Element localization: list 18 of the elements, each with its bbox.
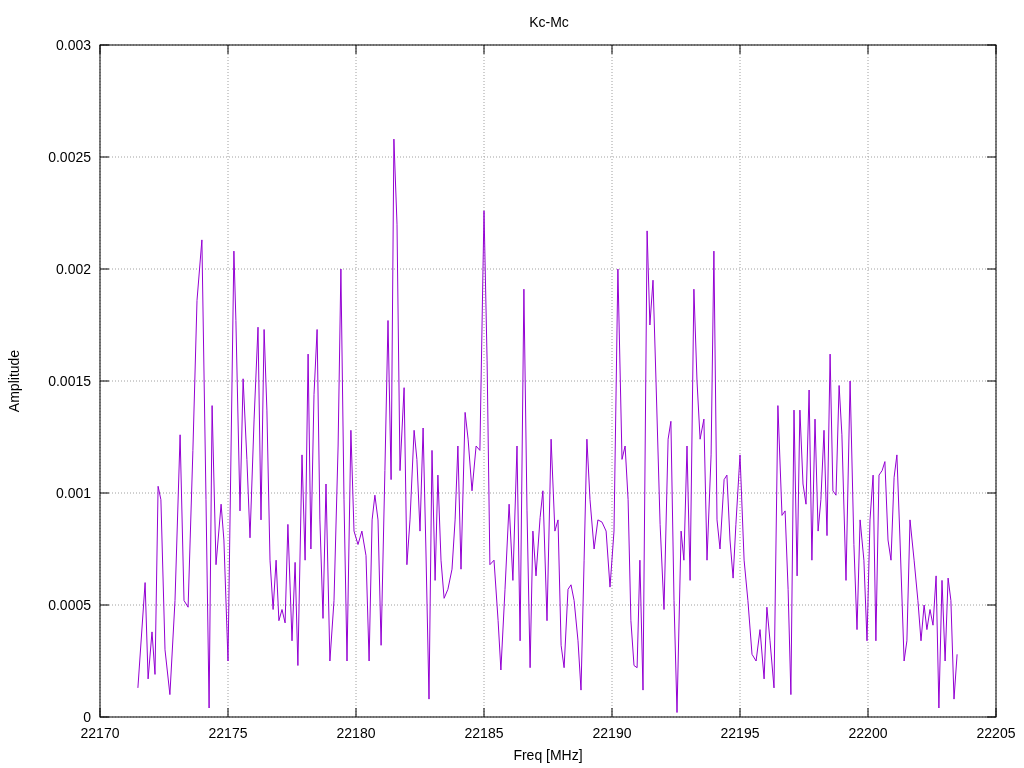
tick-label: 22185 <box>464 725 504 741</box>
y-axis-label: Amplitude <box>6 349 22 413</box>
tick-label: 0 <box>83 709 91 725</box>
tick-label: 0.0005 <box>48 597 91 613</box>
tick-label: 22205 <box>976 725 1016 741</box>
tick-label: 0.0025 <box>48 149 91 165</box>
tick-label: 22170 <box>80 725 120 741</box>
tick-label: 0.0015 <box>48 373 91 389</box>
chart-title: Kc-Mc <box>529 14 569 30</box>
tick-label: 22180 <box>336 725 376 741</box>
tick-label: 0.002 <box>55 261 91 277</box>
tick-label: 22200 <box>848 725 888 741</box>
tick-label: 22190 <box>592 725 632 741</box>
tick-label: 22195 <box>720 725 760 741</box>
tick-label: 22175 <box>208 725 248 741</box>
tick-label: 0.003 <box>55 37 91 53</box>
tick-label: 0.001 <box>55 485 91 501</box>
x-axis-label: Freq [MHz] <box>513 747 583 763</box>
